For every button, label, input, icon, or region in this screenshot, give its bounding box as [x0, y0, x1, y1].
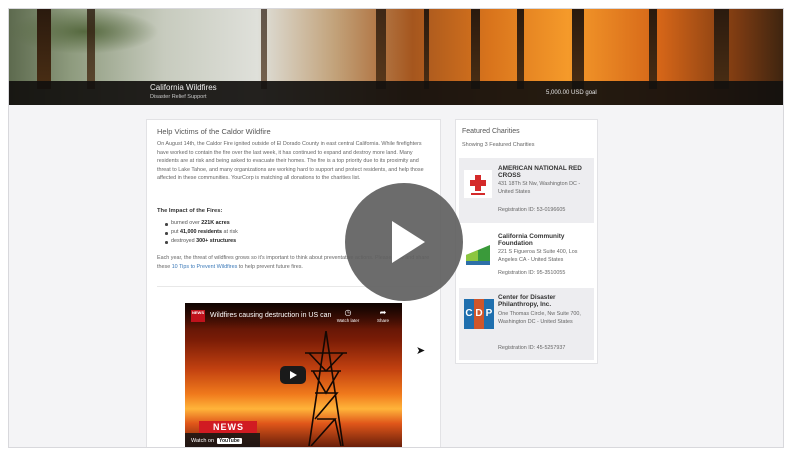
hero-caption-band	[9, 81, 783, 105]
charity-address: 431 18Th St Nw, Washington DC - United S…	[498, 181, 581, 196]
clock-icon: ◷	[344, 308, 352, 317]
video-play-button[interactable]	[280, 366, 306, 384]
share-button[interactable]: ➦ Share	[371, 308, 395, 323]
hero-banner: California Wildfires Disaster Relief Sup…	[9, 9, 783, 105]
video-title[interactable]: Wildfires causing destruction in US can	[210, 312, 331, 319]
cdp-logo: C D P	[464, 299, 494, 329]
page-frame: California Wildfires Disaster Relief Sup…	[8, 8, 784, 448]
ccf-logo	[466, 245, 490, 265]
impact-item: put 41,000 residents at risk	[165, 229, 238, 238]
embedded-video-player[interactable]: NEWS Wildfires causing destruction in US…	[185, 303, 402, 447]
channel-logo[interactable]: NEWS	[191, 310, 205, 322]
featured-charities-title: Featured Charities	[462, 128, 520, 135]
campaign-title: California Wildfires	[150, 83, 217, 92]
impact-list: burned over 221K acres put 41,000 reside…	[165, 220, 238, 247]
charity-address: One Thomas Circle, Nw Suite 700, Washing…	[498, 311, 581, 326]
tree-trunk-decoration	[517, 9, 524, 89]
power-tower-silhouette	[305, 331, 347, 446]
campaign-subtitle: Disaster Relief Support	[150, 94, 207, 100]
tree-trunk-decoration	[424, 9, 429, 89]
charity-address: 221 S Figueroa St Suite 400, Los Angeles…	[498, 249, 578, 264]
impact-heading: The Impact of the Fires:	[157, 208, 223, 214]
tree-trunk-decoration	[572, 9, 584, 89]
charity-card[interactable]: California Community Foundation 221 S Fi…	[459, 227, 594, 285]
red-cross-logo	[464, 170, 492, 198]
news-banner: NEWS	[199, 421, 257, 433]
prevention-tips-link[interactable]: 10 Tips to Prevent Wildfires	[172, 264, 238, 270]
charity-card[interactable]: AMERICAN NATIONAL RED CROSS 431 18Th St …	[459, 158, 594, 223]
foliage-decoration	[9, 9, 159, 54]
charity-name[interactable]: California Community Foundation	[498, 233, 590, 247]
charity-registration: Registration ID: 45-5257937	[498, 345, 566, 351]
tree-trunk-decoration	[376, 9, 386, 89]
featured-charities-count: Showing 3 Featured Charities	[462, 142, 535, 148]
play-icon[interactable]	[345, 183, 463, 301]
impact-item: burned over 221K acres	[165, 220, 238, 229]
youtube-logo: YouTube	[217, 438, 242, 444]
cursor-arrow-icon: ➤	[416, 345, 426, 357]
charity-card[interactable]: C D P Center for Disaster Philanthropy, …	[459, 288, 594, 360]
tree-trunk-decoration	[471, 9, 480, 89]
charity-name[interactable]: Center for Disaster Philanthropy, Inc.	[498, 294, 590, 308]
tree-trunk-decoration	[714, 9, 729, 89]
charity-registration: Registration ID: 95-3510055	[498, 270, 566, 276]
impact-item: destroyed 300+ structures	[165, 238, 238, 247]
campaign-goal: 5,000.00 USD goal	[546, 90, 597, 96]
watch-later-button[interactable]: ◷ Watch later	[335, 308, 361, 323]
share-arrow-icon: ➦	[379, 308, 387, 317]
tree-trunk-decoration	[37, 9, 51, 89]
charity-registration: Registration ID: 53-0196605	[498, 207, 566, 213]
tree-trunk-decoration	[649, 9, 657, 89]
featured-charities-card: Featured Charities Showing 3 Featured Ch…	[455, 119, 598, 364]
watch-on-youtube-button[interactable]: Watch on YouTube	[185, 433, 260, 447]
tree-trunk-decoration	[261, 9, 267, 89]
campaign-description: On August 14th, the Caldor Fire ignited …	[157, 141, 424, 182]
tree-trunk-decoration	[87, 9, 95, 89]
charity-name[interactable]: AMERICAN NATIONAL RED CROSS	[498, 165, 590, 179]
campaign-details-title: Help Victims of the Caldor Wildfire	[157, 127, 271, 136]
